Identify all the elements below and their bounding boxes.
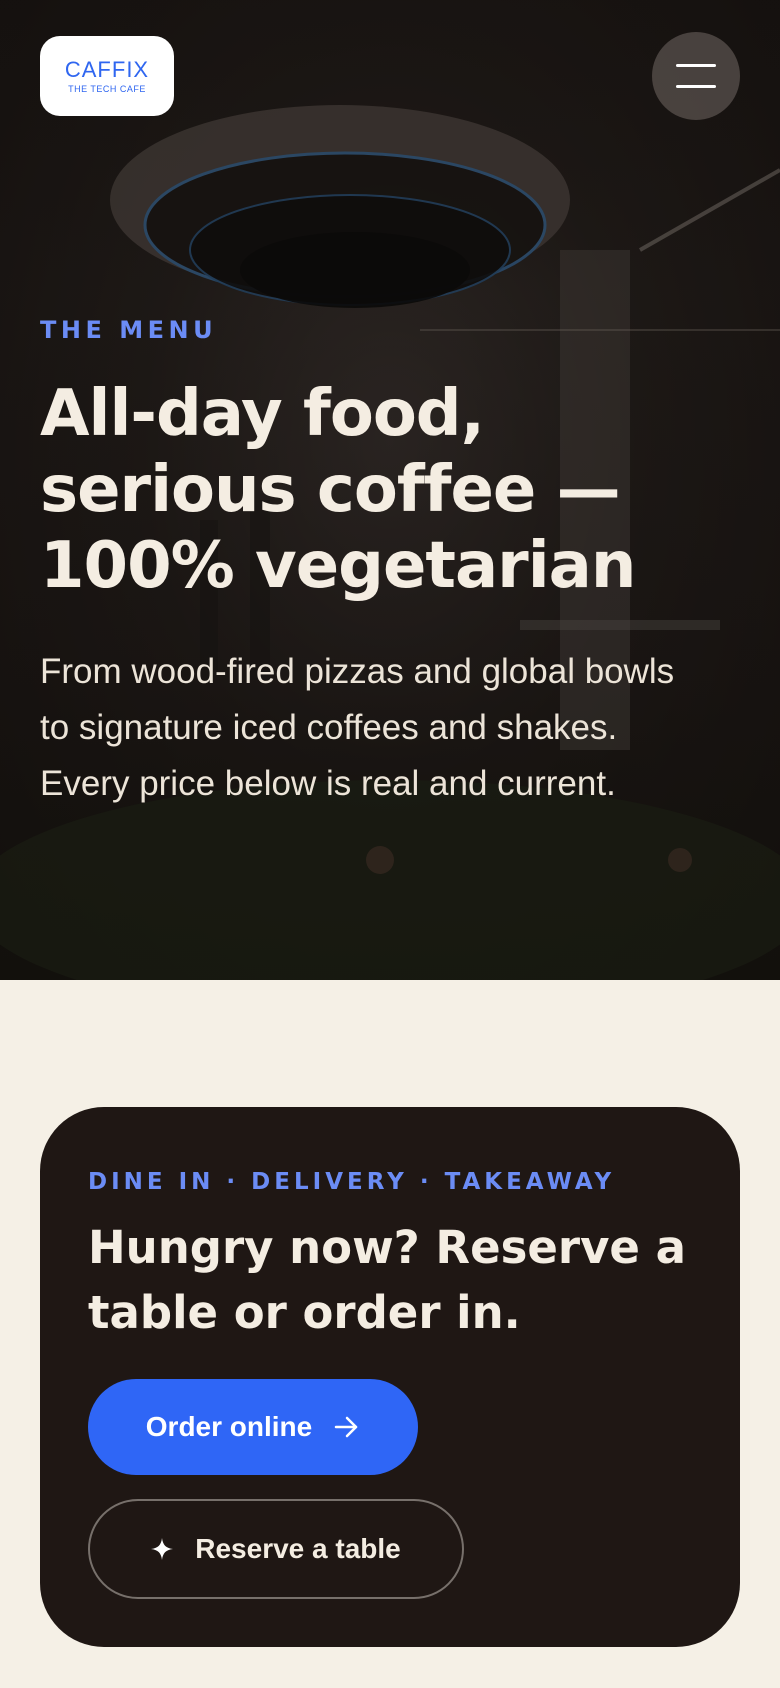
caffix-logo[interactable]: CAFFIX THE TECH CAFE bbox=[40, 36, 174, 116]
order-online-button[interactable]: Order online bbox=[88, 1379, 418, 1475]
hero-section: CAFFIX THE TECH CAFE THE MENU All-day fo… bbox=[0, 0, 780, 980]
logo-name: CAFFIX bbox=[64, 56, 150, 82]
hero-description: From wood-fired pizzas and global bowls … bbox=[40, 652, 675, 803]
order-reserve-card: DINE IN · DELIVERY · TAKEAWAY Hungry now… bbox=[40, 1107, 740, 1647]
arrow-right-icon bbox=[334, 1416, 358, 1438]
reserve-table-button[interactable]: Reserve a table bbox=[88, 1499, 464, 1599]
order-online-label: Order online bbox=[145, 1411, 313, 1442]
cta-title: Hungry now? Reserve a table or order in. bbox=[88, 1221, 686, 1339]
hero-eyebrow: THE MENU bbox=[40, 316, 218, 344]
sparkle-icon bbox=[151, 1538, 174, 1560]
cta-eyebrow: DINE IN · DELIVERY · TAKEAWAY bbox=[88, 1169, 616, 1195]
hamburger-menu-icon bbox=[676, 64, 716, 67]
hamburger-menu-icon-bar bbox=[676, 85, 716, 88]
reserve-table-label: Reserve a table bbox=[195, 1533, 401, 1564]
hero-title: All-day food, serious coffee — 100% vege… bbox=[40, 377, 636, 603]
logo-tagline: THE TECH CAFE bbox=[68, 83, 146, 94]
hamburger-menu-button[interactable] bbox=[652, 32, 740, 120]
